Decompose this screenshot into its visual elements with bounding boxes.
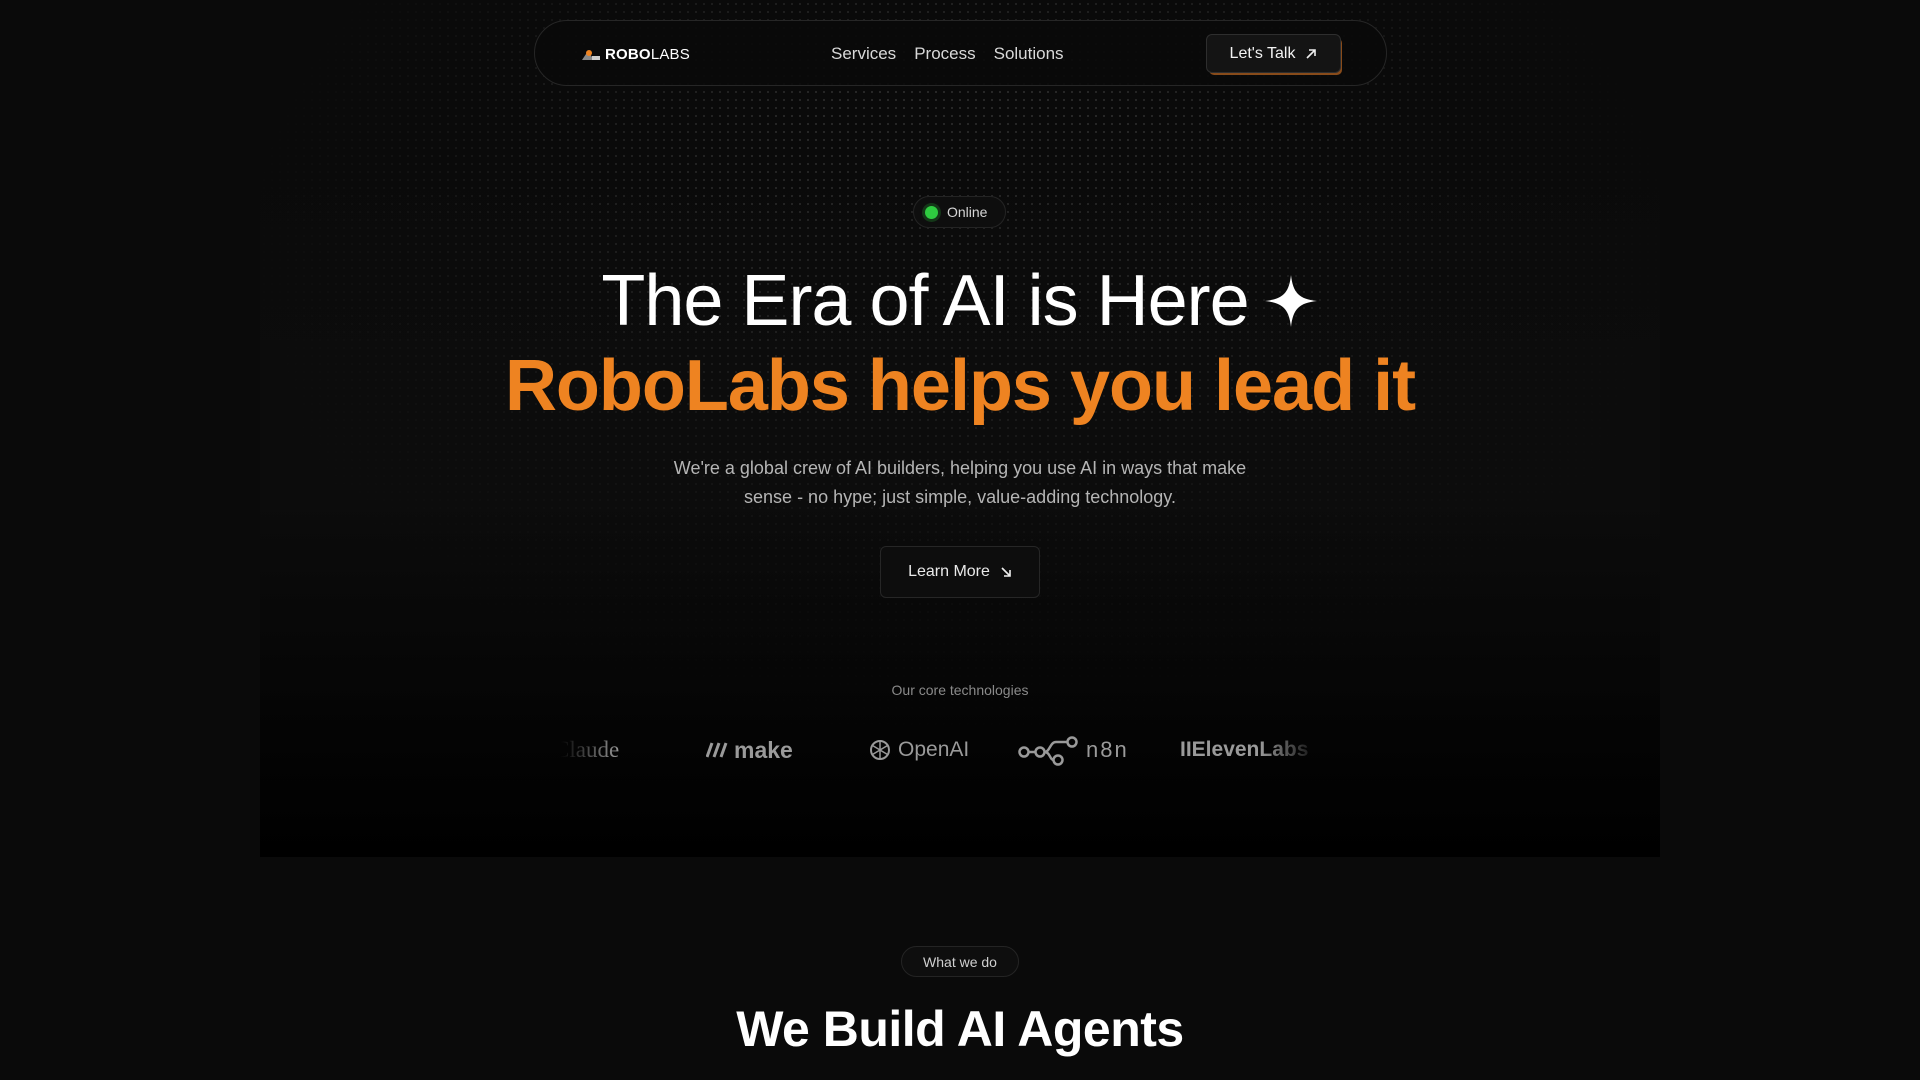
core-technologies-label: Our core technologies xyxy=(891,682,1029,698)
openai-logo: OpenAI xyxy=(868,728,969,772)
lets-talk-label: Let's Talk xyxy=(1229,44,1296,62)
make-mark-icon xyxy=(706,742,728,758)
status-label: Online xyxy=(947,204,988,220)
elevenlabs-logo: IIElevenLabs xyxy=(1180,738,1309,761)
nav-links: Services Process Solutions xyxy=(831,21,1064,87)
nav-link-process[interactable]: Process xyxy=(914,44,975,64)
hero-description: We're a global crew of AI builders, help… xyxy=(673,458,1247,507)
hero-subtitle: RoboLabs helps you lead it xyxy=(504,346,1416,426)
nav-link-solutions[interactable]: Solutions xyxy=(994,44,1064,64)
nav-link-services[interactable]: Services xyxy=(831,44,896,64)
robolabs-logo[interactable]: ROBOLABS xyxy=(580,44,690,64)
section-title: We Build AI Agents xyxy=(736,1001,1184,1057)
sparkle-icon xyxy=(1264,275,1317,327)
claude-logo: Claude xyxy=(560,737,620,762)
n8n-logo: n8n xyxy=(1018,728,1129,772)
learn-more-label: Learn More xyxy=(908,563,990,580)
hero-title: The Era of AI is Here xyxy=(0,258,1920,344)
openai-mark-icon xyxy=(870,740,890,760)
learn-more-button[interactable]: Learn More xyxy=(880,546,1040,598)
technology-logos: Claude make OpenAI n8n IIElevenLabs xyxy=(560,728,1320,772)
n8n-mark-icon xyxy=(1018,736,1078,766)
navbar: ROBOLABS Services Process Solutions Let'… xyxy=(534,20,1387,86)
lets-talk-button[interactable]: Let's Talk xyxy=(1206,34,1341,73)
what-we-do-badge: What we do xyxy=(901,946,1019,977)
hero-title-text: The Era of AI is Here xyxy=(601,261,1249,341)
robot-logo-icon xyxy=(582,50,600,60)
status-dot-icon xyxy=(925,205,938,219)
status-badge: Online xyxy=(913,196,1006,228)
make-logo: make xyxy=(706,728,793,772)
arrow-up-right-icon xyxy=(1306,48,1317,59)
logo-wordmark: ROBOLABS xyxy=(605,45,690,63)
arrow-down-right-icon xyxy=(1001,567,1011,577)
